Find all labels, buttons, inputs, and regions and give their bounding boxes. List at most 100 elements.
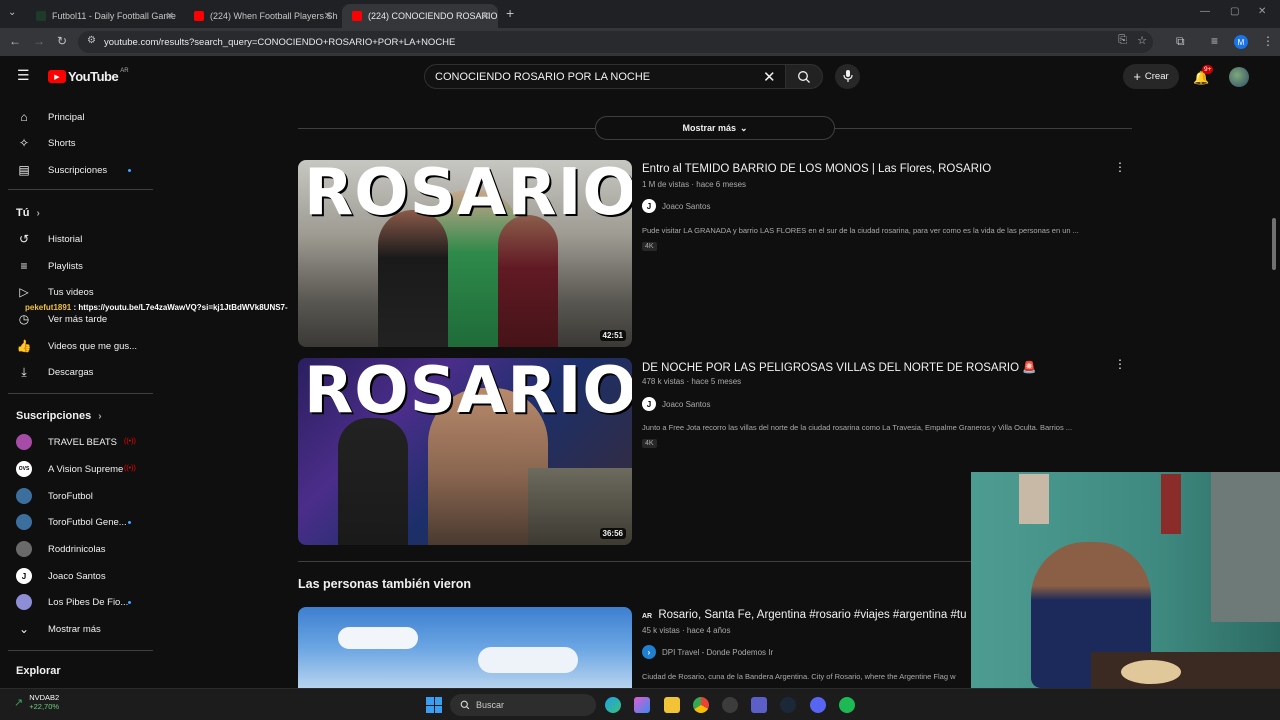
close-window-icon[interactable]: ✕ (1258, 6, 1266, 17)
sidebar-item-shorts[interactable]: ✧ Shorts (0, 130, 160, 156)
site-info-icon[interactable]: ⚙ (87, 35, 96, 46)
sidebar-sub-travel-beats[interactable]: TRAVEL BEATS ((•)) (0, 429, 160, 455)
youtube-logo[interactable]: ▶ YouTube AR (48, 67, 129, 84)
sidebar-show-more[interactable]: ⌄ Mostrar más (0, 616, 160, 642)
create-button[interactable]: + Crear (1123, 64, 1179, 89)
video-title-link[interactable]: DE NOCHE POR LAS PELIGROSAS VILLAS DEL N… (642, 360, 1037, 374)
close-tab-icon[interactable]: ✕ (166, 11, 174, 22)
show-more-label: Mostrar más (682, 123, 736, 133)
close-tab-icon[interactable]: ✕ (324, 11, 332, 22)
live-indicator-icon: ((•)) (124, 465, 136, 472)
new-tab-icon[interactable]: + (506, 5, 514, 21)
sidebar-item-subscriptions[interactable]: ▤ Suscripciones (0, 157, 160, 183)
more-actions-icon[interactable]: ⋮ (1114, 357, 1126, 371)
sidebar-item-playlists[interactable]: ≡ Playlists (0, 253, 160, 279)
thumbnail-cloud (478, 647, 578, 673)
channel-avatar (16, 514, 32, 530)
plus-icon: + (1133, 69, 1141, 84)
steam-icon[interactable] (780, 697, 796, 713)
install-app-icon[interactable]: ⎘ (1118, 34, 1127, 47)
chevron-down-icon: ⌄ (739, 122, 748, 133)
extensions-icon[interactable]: ⧉ (1176, 34, 1185, 49)
close-tab-icon[interactable]: ✕ (482, 11, 490, 22)
search-button[interactable] (785, 64, 823, 89)
teams-icon[interactable] (751, 697, 767, 713)
quality-badge: 4K (642, 242, 657, 251)
tab-search-chevron-icon[interactable]: ⌄ (8, 7, 16, 18)
sidebar-item-history[interactable]: ↺ Historial (0, 226, 160, 252)
webcam-poster (1161, 474, 1181, 534)
voice-search-button[interactable] (835, 64, 860, 89)
sidebar-item-your-videos[interactable]: ▷ Tus videos (0, 279, 160, 305)
account-avatar[interactable] (1229, 67, 1249, 87)
show-more-button[interactable]: Mostrar más ⌄ (595, 116, 835, 140)
edge-icon[interactable] (605, 697, 621, 713)
stock-widget[interactable]: ↗ NVDAB2 +22,70% (14, 693, 59, 711)
sidebar-sub-los-pibes[interactable]: Los Pibes De Fio... (0, 589, 160, 615)
bookmark-star-icon[interactable]: ☆ (1137, 34, 1147, 47)
sidebar-sub-a-vision-supreme[interactable]: OVS A Vision Supreme ((•)) (0, 456, 160, 482)
browser-toolbar: ← → ↻ ⚙ youtube.com/results?search_query… (0, 28, 1280, 56)
youtube-header: ☰ ▶ YouTube AR CONOCIENDO ROSARIO POR LA… (0, 56, 1280, 96)
related-title: Rosario, Santa Fe, Argentina #rosario #v… (658, 609, 967, 621)
sidebar-sub-roddrinicolas[interactable]: Roddrinicolas (0, 536, 160, 562)
reload-icon[interactable]: ↻ (57, 34, 67, 48)
obs-icon[interactable] (722, 697, 738, 713)
region-code: AR (120, 67, 129, 74)
video-thumbnail[interactable]: ROSARIO 42:51 (298, 160, 632, 347)
browser-menu-icon[interactable]: ⋮ (1262, 34, 1274, 48)
chrome-icon[interactable] (693, 697, 709, 713)
channel-link[interactable]: › DPI Travel - Donde Podemos Ir (642, 645, 773, 659)
channel-link[interactable]: J Joaco Santos (642, 199, 710, 213)
spotify-icon[interactable] (839, 697, 855, 713)
taskbar-search-box[interactable]: Buscar (450, 694, 596, 716)
sidebar-item-label: Los Pibes De Fio... (48, 596, 129, 608)
hamburger-menu-icon[interactable]: ☰ (17, 67, 30, 84)
channel-avatar (16, 488, 32, 504)
back-icon[interactable]: ← (9, 34, 21, 48)
channel-avatar: › (642, 645, 656, 659)
discord-icon[interactable] (810, 697, 826, 713)
profile-avatar[interactable]: M (1234, 35, 1248, 49)
more-actions-icon[interactable]: ⋮ (1114, 160, 1126, 174)
you-heading-label: Tú (16, 207, 30, 219)
video-thumbnail[interactable] (298, 607, 632, 688)
futbol11-favicon-icon (36, 11, 46, 21)
reading-list-icon[interactable]: ≡ (1211, 34, 1218, 48)
minimize-icon[interactable]: — (1200, 6, 1210, 17)
file-explorer-icon[interactable] (664, 697, 680, 713)
search-input[interactable]: CONOCIENDO ROSARIO POR LA NOCHE ✕ (424, 64, 786, 89)
sidebar-sub-torofutbol[interactable]: ToroFutbol (0, 483, 160, 509)
notifications-button[interactable]: 🔔 9+ (1193, 65, 1214, 87)
browser-tab-bar: ⌄ Futbol11 - Daily Football Game ✕ (224)… (0, 0, 1280, 28)
download-icon: ⤓ (21, 364, 27, 379)
copilot-icon[interactable] (634, 697, 650, 713)
notification-count-badge: 9+ (1202, 65, 1214, 74)
channel-avatar: OVS (16, 461, 32, 477)
video-thumbnail[interactable]: ROSARIO 36:56 (298, 358, 632, 545)
shorts-icon: ✧ (18, 136, 30, 150)
video-duration: 42:51 (599, 330, 626, 341)
video-title-link[interactable]: AR Rosario, Santa Fe, Argentina #rosario… (642, 609, 966, 621)
sidebar-sub-torofutbol-gene[interactable]: ToroFutbol Gene... (0, 509, 160, 535)
browser-tab-2[interactable]: (224) When Football Players Sh ✕ (184, 4, 340, 28)
tab-label: (224) CONOCIENDO ROSARIO (368, 11, 498, 21)
sidebar-item-principal[interactable]: ⌂ Principal (0, 104, 160, 130)
url-bar[interactable]: ⚙ youtube.com/results?search_query=CONOC… (78, 31, 1153, 53)
forward-icon[interactable]: → (33, 34, 45, 48)
sidebar-item-downloads[interactable]: ⤓ Descargas (0, 359, 160, 385)
maximize-icon[interactable]: ▢ (1230, 6, 1239, 17)
video-meta: 478 k vistas · hace 5 meses (642, 377, 742, 386)
browser-tab-1[interactable]: Futbol11 - Daily Football Game ✕ (26, 4, 182, 28)
channel-link[interactable]: J Joaco Santos (642, 397, 710, 411)
subscriptions-section-heading[interactable]: Suscripciones › (16, 410, 102, 422)
sidebar-item-liked-videos[interactable]: 👍 Videos que me gus... (0, 333, 160, 359)
video-meta: 1 M de vistas · hace 6 meses (642, 180, 747, 189)
you-section-heading[interactable]: Tú › (16, 207, 40, 219)
start-button[interactable] (426, 697, 442, 713)
browser-tab-3[interactable]: (224) CONOCIENDO ROSARIO ✕ (342, 4, 498, 28)
clear-search-icon[interactable]: ✕ (763, 68, 776, 86)
video-title-link[interactable]: Entro al TEMIDO BARRIO DE LOS MONOS | La… (642, 163, 991, 175)
sidebar-sub-joaco-santos[interactable]: J Joaco Santos (0, 563, 160, 589)
page-scrollbar-thumb[interactable] (1272, 218, 1276, 270)
